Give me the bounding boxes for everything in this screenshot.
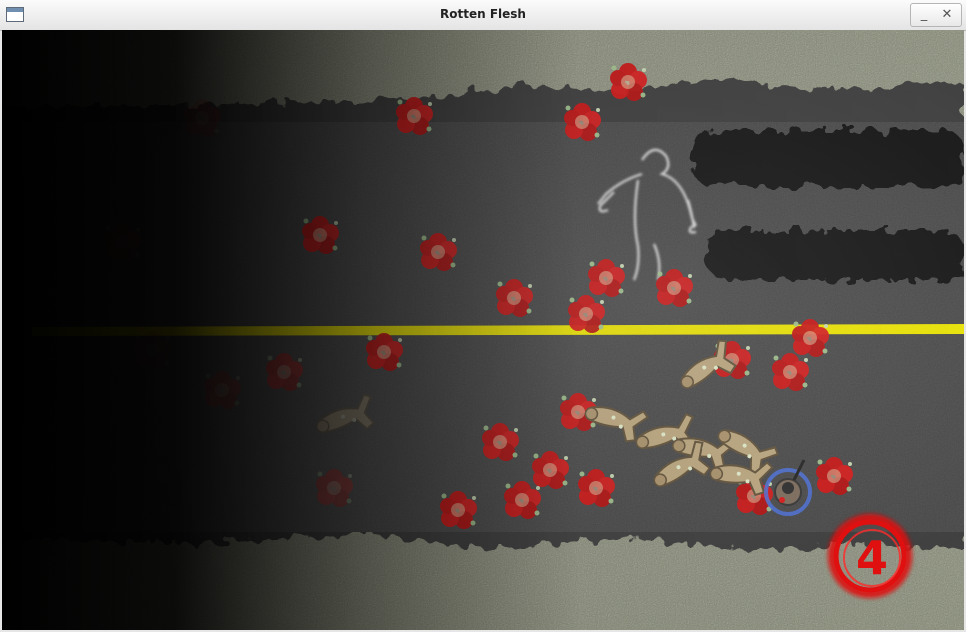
darkness-overlay <box>2 30 964 630</box>
game-viewport[interactable]: 4 <box>2 30 964 630</box>
lives-count: 4 <box>856 531 888 585</box>
window-title: Rotten Flesh <box>440 7 526 21</box>
title-bar[interactable]: Rotten Flesh _ ✕ <box>0 0 966 31</box>
app-window: Rotten Flesh _ ✕ 4 <box>0 0 966 632</box>
window-controls: _ ✕ <box>910 3 962 27</box>
minimize-icon[interactable]: _ <box>913 6 935 24</box>
close-icon[interactable]: ✕ <box>936 6 958 24</box>
game-canvas[interactable]: 4 <box>2 30 964 630</box>
